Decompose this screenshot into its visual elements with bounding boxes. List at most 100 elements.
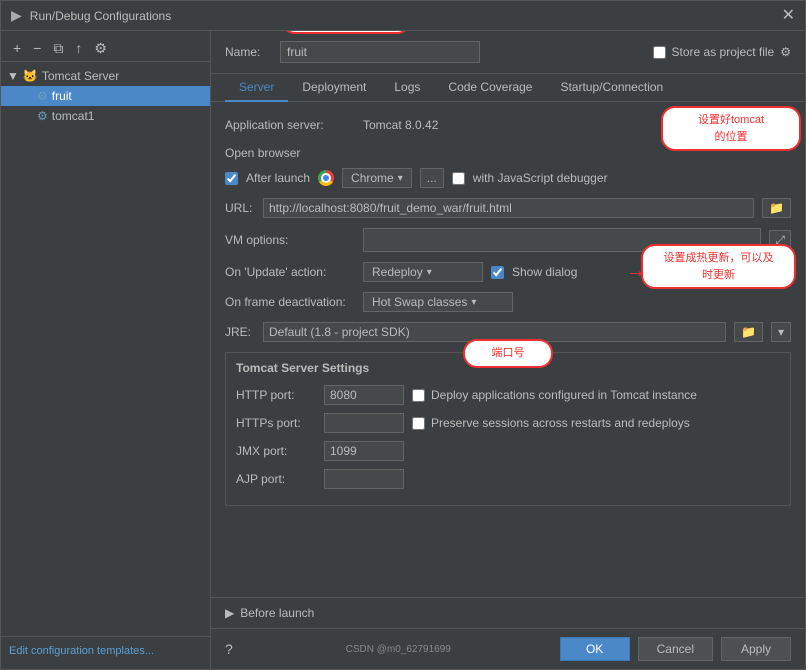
cancel-button[interactable]: Cancel	[638, 637, 713, 661]
tomcat-server-label: Tomcat Server	[42, 69, 119, 83]
server-icon: 🐱	[23, 69, 38, 83]
sidebar-toolbar: + − ⧉ ↑ ⚙	[1, 35, 210, 62]
app-server-row: Application server: Tomcat 8.0.42 Config…	[225, 114, 791, 136]
remove-config-button[interactable]: −	[29, 39, 45, 57]
jre-label: JRE:	[225, 325, 255, 339]
right-panel: Name: Store as project file ⚙ 这里可以更改成 好记…	[211, 31, 805, 669]
https-port-input[interactable]	[324, 413, 404, 433]
preserve-sessions-row: Preserve sessions across restarts and re…	[412, 416, 780, 430]
jre-value: Default (1.8 - project SDK)	[269, 325, 410, 339]
url-browse-button[interactable]: 📁	[762, 198, 791, 218]
tomcat-server-group: ▼ 🐱 Tomcat Server ⚙ fruit ⚙ tomcat1	[1, 66, 210, 126]
after-launch-label: After launch	[246, 171, 310, 185]
on-update-dropdown[interactable]: Redeploy ▾	[363, 262, 483, 282]
after-launch-checkbox[interactable]	[225, 172, 238, 185]
vm-expand-button[interactable]: ⤢	[769, 230, 791, 251]
ajp-port-input[interactable]	[324, 469, 404, 489]
tomcat1-label: tomcat1	[52, 109, 95, 123]
sidebar-item-fruit[interactable]: ⚙ fruit	[1, 86, 210, 106]
run-icon: ▶	[11, 7, 22, 24]
tab-startup-connection[interactable]: Startup/Connection	[546, 74, 677, 102]
bottom-bar: ? CSDN @m0_62791699 OK Cancel Apply	[211, 628, 805, 669]
on-deactivate-arrow-icon: ▾	[471, 297, 476, 308]
config-icon: ⚙	[37, 89, 48, 103]
deploy-apps-checkbox[interactable]	[412, 389, 425, 402]
preserve-sessions-label: Preserve sessions across restarts and re…	[431, 416, 690, 430]
url-label: URL:	[225, 201, 255, 215]
add-config-button[interactable]: +	[9, 39, 25, 57]
tomcat-server-group-header[interactable]: ▼ 🐱 Tomcat Server	[1, 66, 210, 86]
http-port-row: HTTP port: Deploy applications configure…	[236, 385, 780, 405]
vm-options-label: VM options:	[225, 233, 355, 247]
js-debugger-checkbox[interactable]	[452, 172, 465, 185]
on-update-row: On 'Update' action: Redeploy ▾ Show dial…	[225, 262, 791, 282]
edit-templates-link[interactable]: Edit configuration templates...	[1, 636, 210, 665]
main-content: + − ⧉ ↑ ⚙ ▼ 🐱 Tomcat Server ⚙ fruit	[1, 31, 805, 669]
close-button[interactable]: ✕	[782, 8, 795, 24]
url-row: URL: 📁	[225, 198, 791, 218]
show-dialog-label: Show dialog	[512, 265, 577, 279]
store-project-checkbox[interactable]	[653, 46, 666, 59]
dialog-title: Run/Debug Configurations	[30, 9, 171, 23]
deploy-apps-label: Deploy applications configured in Tomcat…	[431, 388, 697, 402]
sidebar: + − ⧉ ↑ ⚙ ▼ 🐱 Tomcat Server ⚙ fruit	[1, 31, 211, 669]
on-deactivate-dropdown[interactable]: Hot Swap classes ▾	[363, 292, 513, 312]
chrome-icon	[318, 170, 334, 186]
app-server-label: Application server:	[225, 118, 355, 132]
browser-value: Chrome	[351, 171, 394, 185]
https-port-label: HTTPs port:	[236, 416, 316, 430]
callout-name: 这里可以更改成 好记忆的名字	[281, 31, 411, 34]
on-update-value: Redeploy	[372, 265, 423, 279]
jre-expand-button[interactable]: ▾	[771, 322, 791, 342]
title-bar-left: ▶ Run/Debug Configurations	[11, 7, 171, 24]
store-project-container: Store as project file ⚙	[653, 45, 791, 59]
url-input[interactable]	[263, 198, 754, 218]
on-deactivate-row: On frame deactivation: Hot Swap classes …	[225, 292, 791, 312]
jre-browse-button[interactable]: 📁	[734, 322, 763, 342]
tab-deployment[interactable]: Deployment	[288, 74, 380, 102]
on-update-label: On 'Update' action:	[225, 265, 355, 279]
help-button[interactable]: ?	[225, 641, 233, 657]
name-bar: Name: Store as project file ⚙ 这里可以更改成 好记…	[211, 31, 805, 74]
dropdown-arrow-icon: ▾	[398, 173, 403, 184]
name-label: Name:	[225, 45, 270, 59]
jmx-port-row: JMX port:	[236, 441, 780, 461]
jre-row: JRE: Default (1.8 - project SDK) 📁 ▾	[225, 322, 791, 342]
before-launch-section[interactable]: ▶ Before launch	[211, 597, 805, 628]
jmx-port-label: JMX port:	[236, 444, 316, 458]
ajp-port-label: AJP port:	[236, 472, 316, 486]
sidebar-tree: ▼ 🐱 Tomcat Server ⚙ fruit ⚙ tomcat1	[1, 62, 210, 636]
store-project-label: Store as project file	[672, 45, 775, 59]
name-input[interactable]	[280, 41, 480, 63]
tab-server[interactable]: Server	[225, 74, 288, 102]
chevron-down-icon: ▼	[7, 69, 19, 83]
apply-button[interactable]: Apply	[721, 637, 791, 661]
tab-logs[interactable]: Logs	[380, 74, 434, 102]
tab-code-coverage[interactable]: Code Coverage	[434, 74, 546, 102]
move-up-button[interactable]: ↑	[71, 39, 86, 57]
tomcat-settings-section: Tomcat Server Settings 端口号 HTTP port: De…	[225, 352, 791, 506]
right-arrow-icon: →	[626, 260, 646, 283]
store-settings-icon: ⚙	[780, 45, 791, 59]
show-dialog-checkbox[interactable]	[491, 266, 504, 279]
config-icon2: ⚙	[37, 109, 48, 123]
on-deactivate-value: Hot Swap classes	[372, 295, 467, 309]
copy-config-button[interactable]: ⧉	[49, 39, 67, 57]
settings-button[interactable]: ⚙	[90, 39, 111, 57]
open-browser-title: Open browser	[225, 146, 791, 160]
on-update-arrow-icon: ▾	[427, 267, 432, 278]
preserve-sessions-checkbox[interactable]	[412, 417, 425, 430]
vm-options-input[interactable]	[363, 228, 761, 252]
jre-dropdown[interactable]: Default (1.8 - project SDK)	[263, 322, 726, 342]
jmx-port-input[interactable]	[324, 441, 404, 461]
configure-button[interactable]: Configure...	[707, 114, 791, 136]
vm-options-row: VM options: ⤢	[225, 228, 791, 252]
watermark-label: CSDN @m0_62791699	[346, 644, 451, 655]
ok-button[interactable]: OK	[560, 637, 630, 661]
title-bar: ▶ Run/Debug Configurations ✕	[1, 1, 805, 31]
browser-dropdown[interactable]: Chrome ▾	[342, 168, 412, 188]
sidebar-item-tomcat1[interactable]: ⚙ tomcat1	[1, 106, 210, 126]
browse-button[interactable]: ...	[420, 168, 444, 188]
fruit-label: fruit	[52, 89, 72, 103]
http-port-input[interactable]	[324, 385, 404, 405]
